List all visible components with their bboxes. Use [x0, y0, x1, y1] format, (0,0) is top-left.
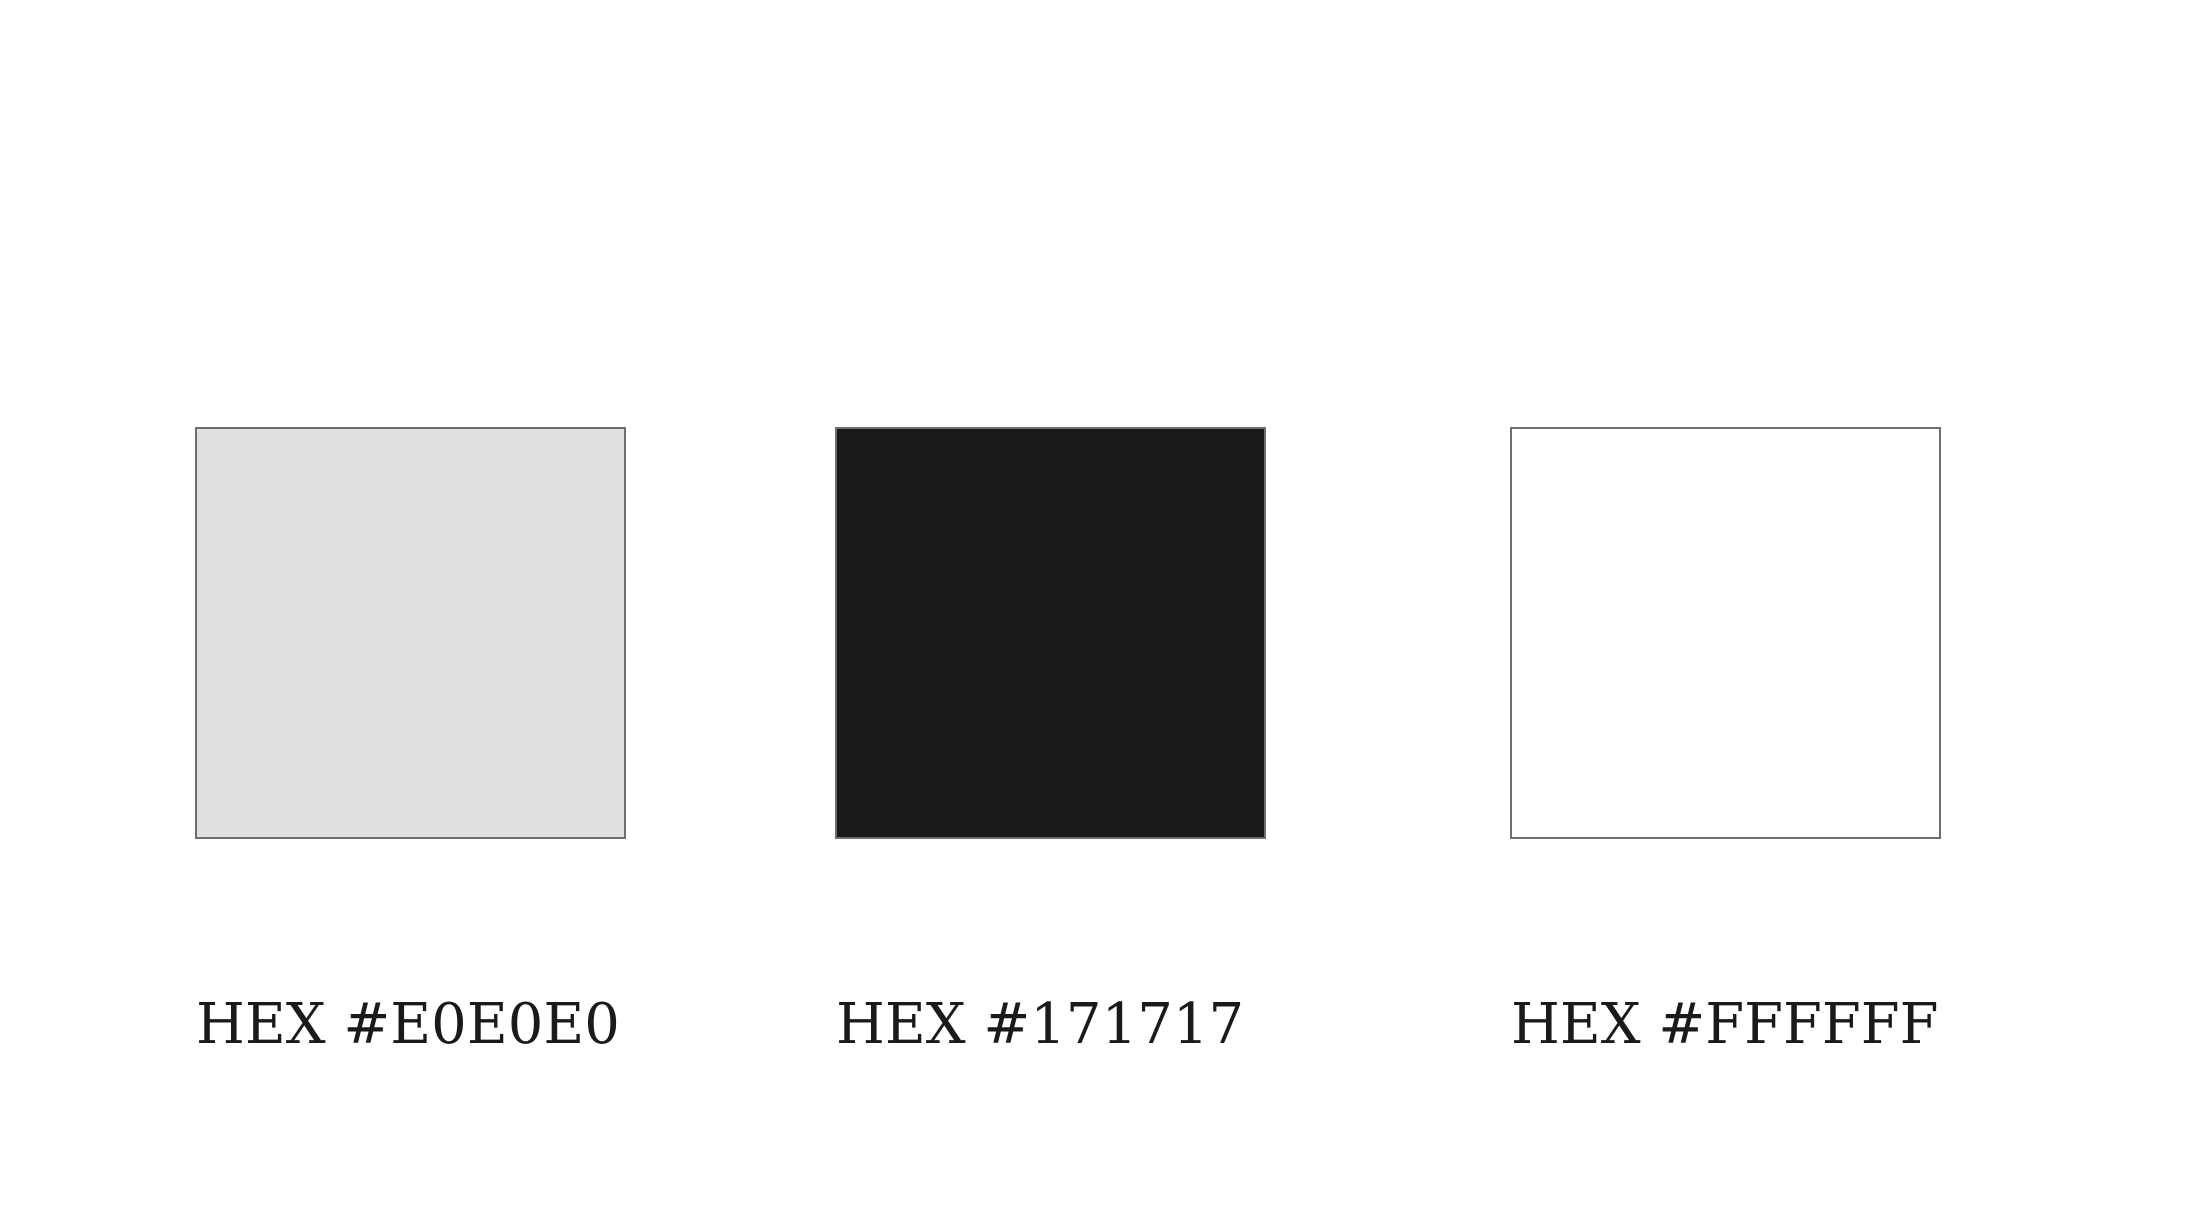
- swatch-label-light-gray: HEX #E0E0E0: [196, 992, 620, 1057]
- color-swatch-white: [1510, 427, 1941, 839]
- swatch-label-black: HEX #171717: [836, 992, 1245, 1057]
- color-swatch-light-gray: [195, 427, 626, 839]
- color-swatch-black: [835, 427, 1266, 839]
- swatch-label-white: HEX #FFFFFF: [1511, 992, 1939, 1057]
